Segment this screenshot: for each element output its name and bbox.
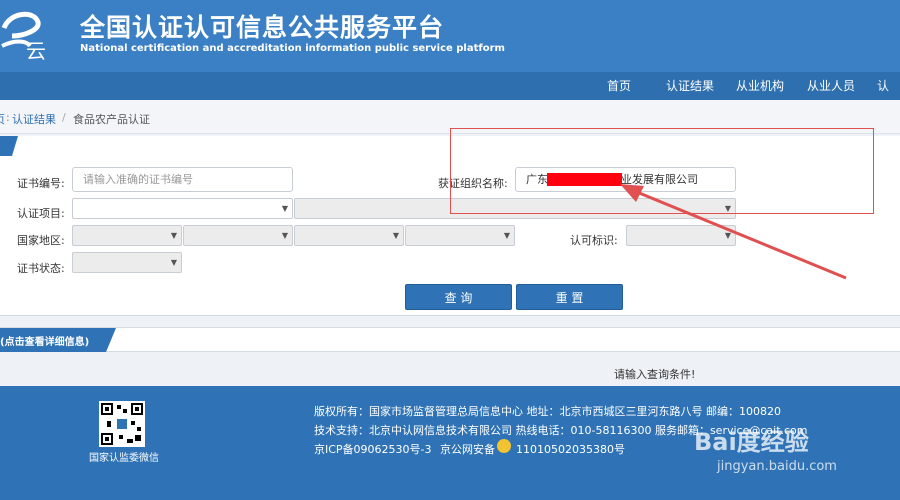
- project-label: 认证项目:: [17, 207, 65, 220]
- footer-icp-link[interactable]: 京ICP备09062530号-3: [314, 441, 432, 457]
- region-select-2[interactable]: ▼: [183, 225, 293, 246]
- chevron-down-icon: ▼: [281, 231, 288, 240]
- region-label: 国家地区:: [17, 234, 65, 247]
- chevron-down-icon: ▼: [503, 231, 510, 240]
- breadcrumb-colon: :: [6, 111, 10, 124]
- platform-logo-icon: 云: [1, 11, 46, 62]
- breadcrumb-cert-results[interactable]: 认证结果: [12, 111, 56, 127]
- annotation-arrow-icon: [620, 184, 847, 280]
- site-footer: 国家认监委微信 版权所有：国家市场监督管理总局信息中心 地址：北京市西城区三里河…: [0, 386, 900, 500]
- project-select[interactable]: ▼: [72, 198, 293, 219]
- nav-item-home[interactable]: 首页: [607, 72, 631, 100]
- search-button[interactable]: 查 询: [405, 284, 512, 310]
- breadcrumb-home[interactable]: 页: [0, 111, 5, 127]
- chevron-down-icon: ▼: [281, 204, 288, 213]
- logo-text: 云: [26, 39, 46, 62]
- chevron-down-icon: ▼: [170, 258, 177, 267]
- details-bar: (点击查看详细信息): [0, 327, 900, 352]
- qr-label: 国家认监委微信: [89, 453, 159, 464]
- panel-tab-marker: [0, 136, 18, 156]
- footer-police-label[interactable]: 京公网安备: [440, 441, 495, 457]
- footer-copyright-line: 版权所有：国家市场监督管理总局信息中心 地址：北京市西城区三里河东路八号 邮编：…: [314, 405, 781, 418]
- site-header: 云 全国认证认可信息公共服务平台 National certification …: [0, 0, 900, 72]
- breadcrumb-current: 食品农产品认证: [73, 113, 150, 126]
- cert-no-input[interactable]: [72, 167, 293, 192]
- status-label: 证书状态:: [17, 262, 65, 275]
- nav-item-more[interactable]: 认: [877, 72, 889, 100]
- wechat-qr-code-icon: [99, 401, 145, 447]
- region-select-1[interactable]: ▼: [72, 225, 182, 246]
- region-select-4[interactable]: ▼: [405, 225, 515, 246]
- details-tab-link[interactable]: (点击查看详细信息): [0, 333, 89, 348]
- result-message: 请输入查询条件!: [614, 368, 696, 381]
- status-select[interactable]: ▼: [72, 252, 182, 273]
- region-select-3[interactable]: ▼: [294, 225, 404, 246]
- nav-item-practitioners[interactable]: 从业人员: [807, 72, 855, 100]
- main-navbar: 首页 认证结果 从业机构 从业人员 认: [0, 72, 900, 100]
- footer-police-number: 11010502035380号: [516, 443, 625, 456]
- nav-item-institutions[interactable]: 从业机构: [736, 72, 784, 100]
- nav-item-cert-results[interactable]: 认证结果: [666, 72, 714, 100]
- chevron-down-icon: ▼: [392, 231, 399, 240]
- chevron-down-icon: ▼: [170, 231, 177, 240]
- site-title: 全国认证认可信息公共服务平台: [80, 13, 445, 42]
- police-badge-icon: [497, 439, 511, 453]
- watermark-url: jingyan.baidu.com: [717, 459, 837, 474]
- cert-no-label: 证书编号:: [17, 177, 65, 190]
- breadcrumb-separator: /: [62, 111, 66, 124]
- site-subtitle: National certification and accreditation…: [80, 43, 505, 54]
- watermark-brand: Bai度经验: [694, 428, 809, 456]
